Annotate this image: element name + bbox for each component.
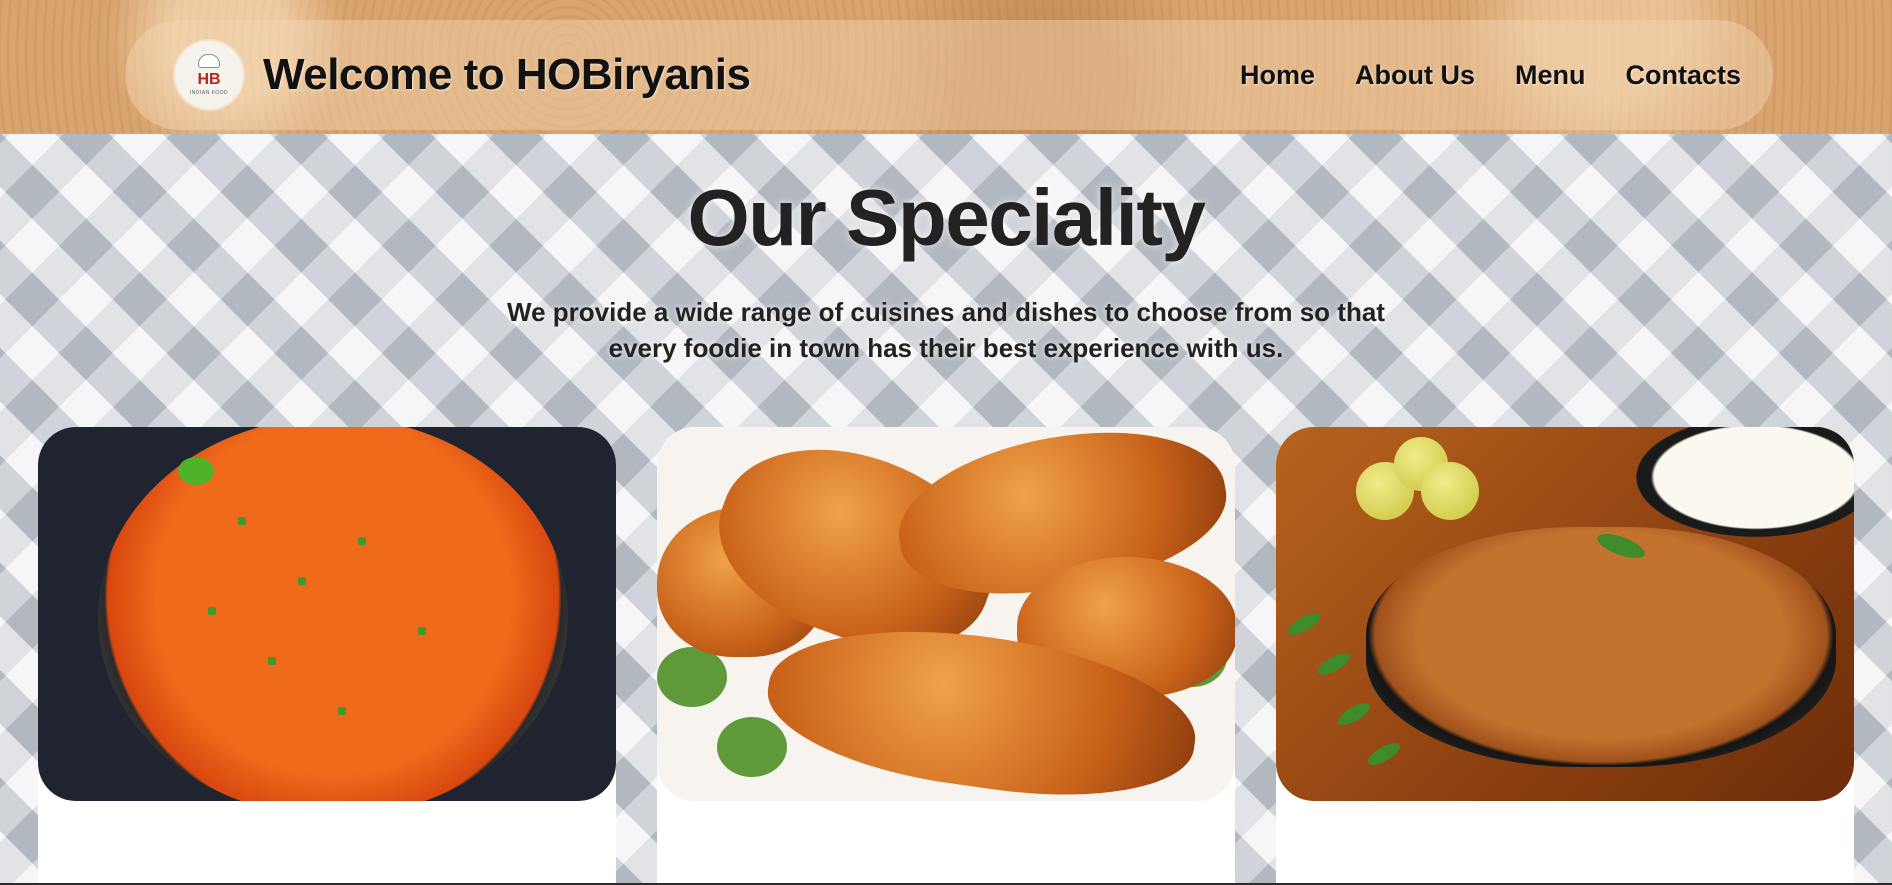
- navbar: HB INDIAN FOOD Welcome to HOBiryanis Hom…: [125, 20, 1773, 130]
- section-description: We provide a wide range of cuisines and …: [507, 297, 1385, 363]
- site-header: HB INDIAN FOOD Welcome to HOBiryanis Hom…: [0, 0, 1892, 134]
- nav-menu-link[interactable]: Menu: [1515, 60, 1586, 91]
- speciality-card[interactable]: [657, 427, 1235, 885]
- logo-subtitle: INDIAN FOOD: [189, 90, 229, 96]
- chef-hat-icon: [198, 54, 220, 68]
- nav-about-link[interactable]: About Us: [1355, 60, 1475, 91]
- site-title: Welcome to HOBiryanis: [263, 50, 751, 99]
- chef-logo-icon[interactable]: HB INDIAN FOOD: [175, 41, 243, 109]
- logo-mark: HB: [197, 71, 221, 88]
- speciality-card[interactable]: [38, 427, 616, 885]
- nav-home-link[interactable]: Home: [1240, 60, 1315, 91]
- chicken-masala-photo: [1276, 427, 1854, 801]
- chicken-curry-photo: [38, 427, 616, 801]
- brand[interactable]: HB INDIAN FOOD Welcome to HOBiryanis: [175, 41, 751, 109]
- main-nav: Home About Us Menu Contacts: [1240, 60, 1741, 91]
- nav-contacts-link[interactable]: Contacts: [1625, 60, 1741, 91]
- speciality-card[interactable]: [1276, 427, 1854, 885]
- grilled-chicken-legs-photo: [657, 427, 1235, 801]
- section-title: Our Speciality: [687, 173, 1206, 262]
